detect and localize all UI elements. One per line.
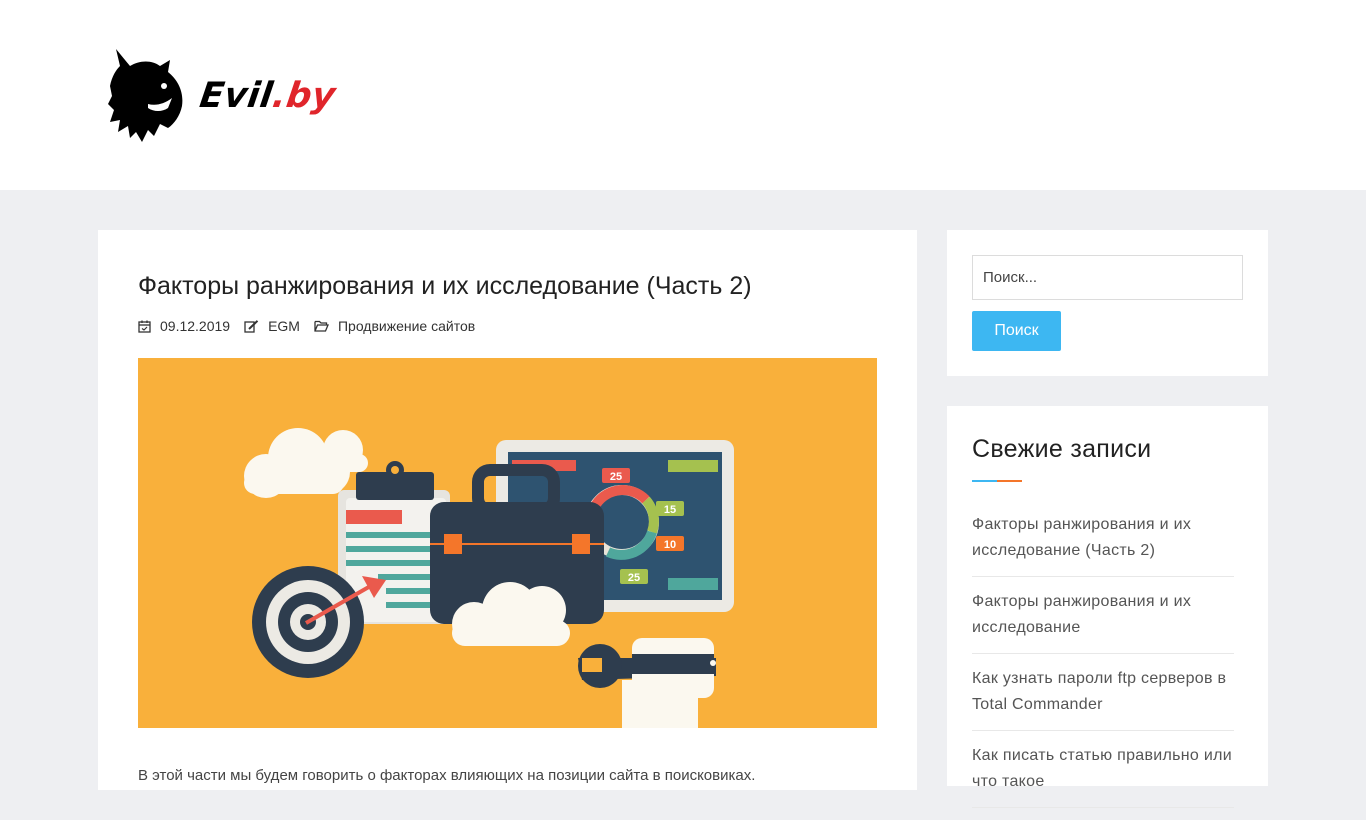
list-item: Факторы ранжирования и их исследование bbox=[972, 589, 1234, 654]
recent-post-link[interactable]: Как узнать пароли ftp серверов в Total C… bbox=[972, 670, 1226, 713]
logo-name: Evil bbox=[197, 76, 276, 116]
meta-author[interactable]: EGM bbox=[244, 318, 300, 334]
calendar-icon bbox=[138, 320, 151, 333]
search-widget: Поиск bbox=[947, 230, 1268, 376]
site-logo[interactable]: Evil.by bbox=[108, 46, 398, 146]
featured-image[interactable]: 25 15 10 25 bbox=[138, 358, 877, 728]
meta-category[interactable]: Продвижение сайтов bbox=[314, 318, 475, 334]
lynx-head-icon bbox=[108, 49, 183, 142]
post-author: EGM bbox=[268, 318, 300, 334]
recent-post-link[interactable]: Факторы ранжирования и их исследование bbox=[972, 593, 1191, 636]
article-excerpt: В этой части мы будем говорить о фактора… bbox=[138, 767, 756, 784]
underline-orange bbox=[997, 480, 1022, 482]
widget-title: Свежие записи bbox=[972, 435, 1152, 463]
list-item: Как узнать пароли ftp серверов в Total C… bbox=[972, 666, 1234, 731]
edit-icon bbox=[244, 319, 259, 333]
logo-wordmark: Evil.by bbox=[197, 76, 338, 116]
article-meta: 09.12.2019 EGM Продвижение сайтов bbox=[138, 318, 489, 334]
meta-date[interactable]: 09.12.2019 bbox=[138, 318, 230, 334]
post-category: Продвижение сайтов bbox=[337, 318, 476, 334]
underline-blue bbox=[972, 480, 997, 482]
site-header: Evil.by bbox=[0, 0, 1366, 190]
folder-icon bbox=[314, 320, 329, 332]
search-input[interactable] bbox=[972, 255, 1243, 300]
post-date: 09.12.2019 bbox=[160, 318, 231, 334]
recent-posts-list: Факторы ранжирования и их исследование (… bbox=[972, 512, 1234, 820]
recent-post-link[interactable]: Как писать статью правильно или что тако… bbox=[972, 747, 1232, 790]
search-button[interactable]: Поиск bbox=[972, 311, 1061, 351]
logo-tld: .by bbox=[269, 76, 339, 116]
list-item: Факторы ранжирования и их исследование (… bbox=[972, 512, 1234, 577]
image-label: 10 bbox=[664, 539, 676, 551]
recent-post-link[interactable]: Факторы ранжирования и их исследование (… bbox=[972, 516, 1191, 559]
article-title[interactable]: Факторы ранжирования и их исследование (… bbox=[138, 272, 752, 301]
image-label: 25 bbox=[628, 572, 640, 584]
image-label: 25 bbox=[610, 471, 622, 483]
title-underline bbox=[972, 480, 1022, 482]
recent-posts-widget: Свежие записи Факторы ранжирования и их … bbox=[947, 406, 1268, 808]
article-card: Факторы ранжирования и их исследование (… bbox=[98, 230, 917, 790]
list-item: Как писать статью правильно или что тако… bbox=[972, 743, 1234, 808]
image-label: 15 bbox=[664, 504, 676, 516]
